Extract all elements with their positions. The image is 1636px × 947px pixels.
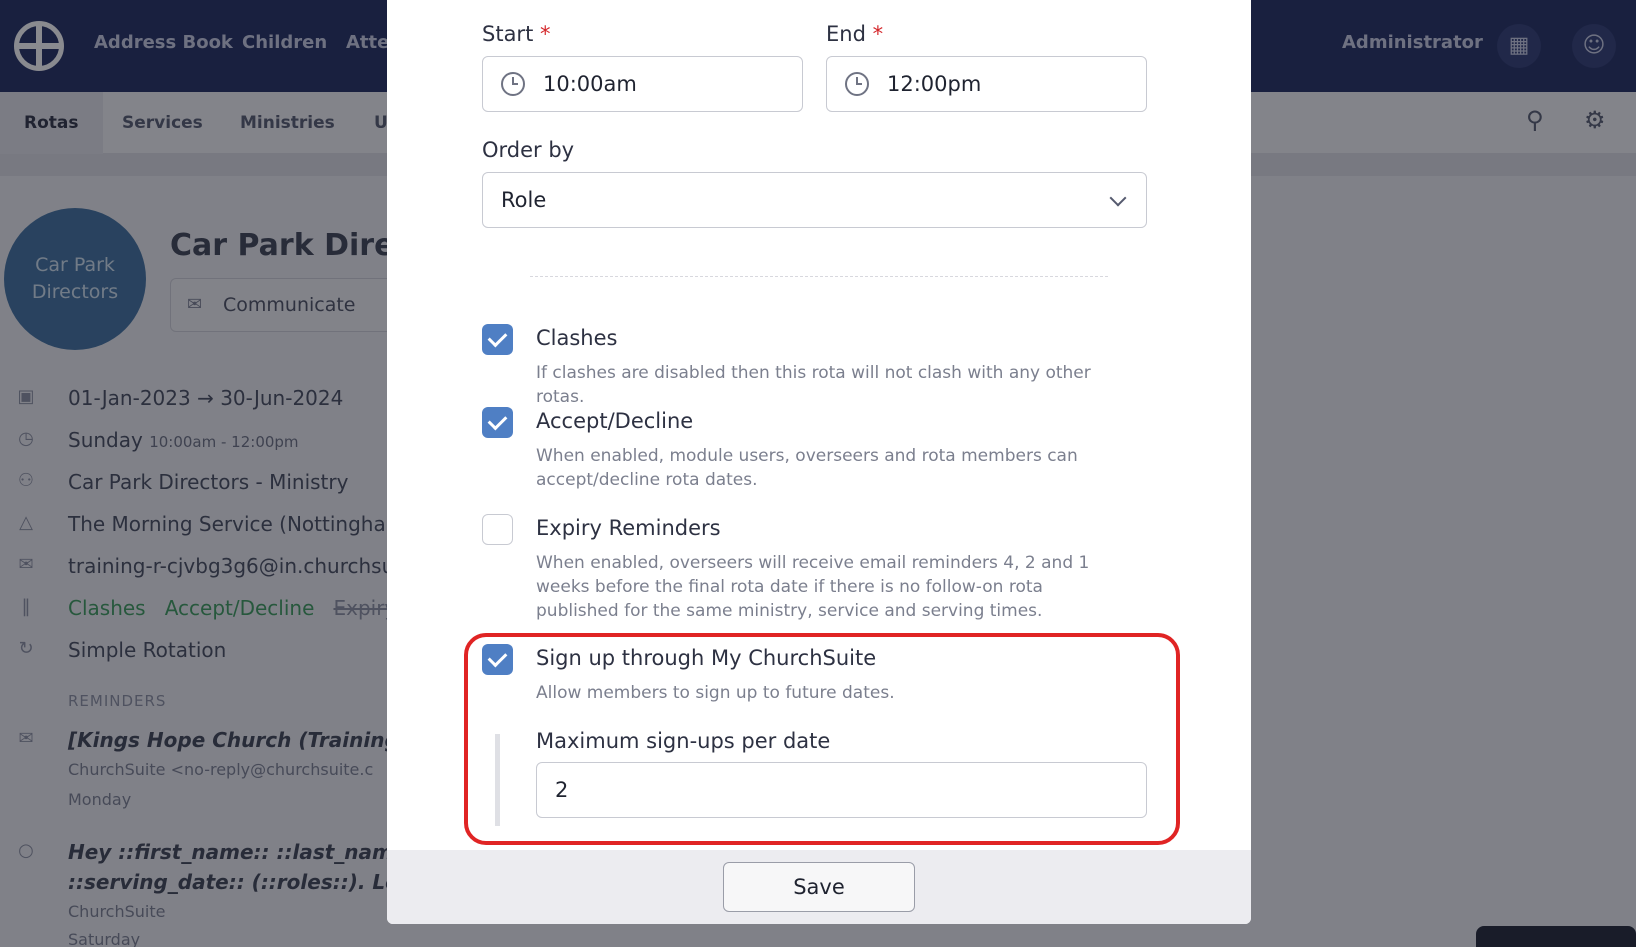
order-by-select[interactable]: Role [482, 172, 1147, 228]
end-label: End * [826, 22, 884, 46]
order-by-value: Role [501, 188, 547, 212]
chevron-down-icon [1109, 189, 1127, 207]
max-signups-label: Maximum sign-ups per date [536, 729, 831, 753]
accept-decline-title: Accept/Decline [536, 409, 694, 433]
max-signups-value: 2 [555, 778, 569, 802]
signup-checkbox[interactable] [482, 644, 513, 675]
start-time-input[interactable]: 10:00am [482, 56, 803, 112]
clock-icon [845, 72, 869, 96]
accept-decline-desc: When enabled, module users, overseers an… [536, 446, 1078, 490]
clashes-title: Clashes [536, 326, 618, 350]
end-time-input[interactable]: 12:00pm [826, 56, 1147, 112]
signup-title: Sign up through My ChurchSuite [536, 646, 877, 670]
clock-icon [501, 72, 525, 96]
order-by-label: Order by [482, 138, 575, 162]
save-button[interactable]: Save [723, 862, 915, 912]
edit-rota-modal: Start * 10:00am End * 12:00pm Order by R… [387, 0, 1251, 924]
start-time-value: 10:00am [543, 72, 637, 96]
modal-footer: Save [387, 850, 1251, 924]
expiry-reminders-checkbox[interactable] [482, 514, 513, 545]
start-label: Start * [482, 22, 551, 46]
nested-indicator [495, 734, 500, 826]
clashes-checkbox[interactable] [482, 324, 513, 355]
max-signups-input[interactable]: 2 [536, 762, 1147, 818]
section-divider [530, 276, 1108, 277]
accept-decline-checkbox[interactable] [482, 407, 513, 438]
end-time-value: 12:00pm [887, 72, 982, 96]
expiry-reminders-desc: When enabled, overseers will receive ema… [536, 553, 1090, 621]
expiry-reminders-title: Expiry Reminders [536, 516, 721, 540]
clashes-desc: If clashes are disabled then this rota w… [536, 363, 1091, 407]
signup-desc: Allow members to sign up to future dates… [536, 683, 895, 703]
